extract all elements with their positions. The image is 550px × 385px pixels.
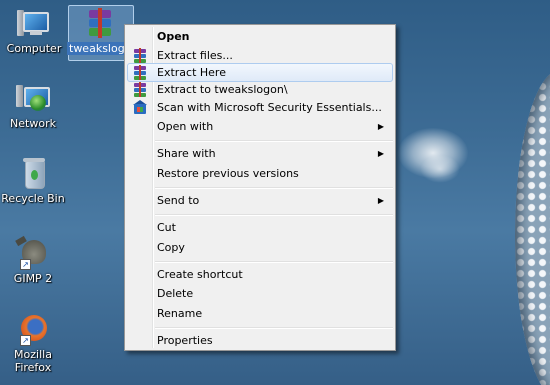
recycle-bin-icon <box>16 156 50 190</box>
winrar-archive-icon <box>83 6 117 40</box>
menu-separator <box>155 327 393 329</box>
desktop-icon-label: GIMP 2 <box>13 272 53 285</box>
gimp-icon: ↗ <box>16 236 50 270</box>
menu-item-label: Extract Here <box>157 66 226 79</box>
desktop-icon-computer[interactable]: Computer <box>1 6 67 55</box>
menu-item-extract-to[interactable]: Extract to tweakslogon\ <box>127 80 393 99</box>
winrar-icon <box>132 48 148 63</box>
menu-item-label: Send to <box>157 194 200 207</box>
desktop-icon-gimp[interactable]: ↗ GIMP 2 <box>0 236 66 285</box>
desktop: Computer tweakslogon Network Recycle Bin… <box>0 0 550 385</box>
menu-item-label: Open with <box>157 120 214 133</box>
desktop-icon-label: Network <box>10 117 56 130</box>
menu-item-create-shortcut[interactable]: Create shortcut <box>127 265 393 284</box>
menu-item-copy[interactable]: Copy <box>127 238 393 257</box>
desktop-icon-label: Mozilla Firefox <box>14 348 52 374</box>
menu-item-properties[interactable]: Properties <box>127 331 393 350</box>
desktop-icon-recycle-bin[interactable]: Recycle Bin <box>0 156 66 205</box>
menu-item-label: Copy <box>157 241 185 254</box>
winrar-icon <box>132 65 148 80</box>
menu-item-label: Scan with Microsoft Security Essentials.… <box>157 101 382 114</box>
menu-item-rename[interactable]: Rename <box>127 304 393 323</box>
wallpaper-cloud-small <box>420 155 460 183</box>
network-icon <box>16 81 50 115</box>
menu-separator <box>155 187 393 189</box>
menu-separator <box>155 214 393 216</box>
menu-item-label: Share with <box>157 147 216 160</box>
context-menu: Open Extract files... Extract Here Extra… <box>124 24 396 351</box>
menu-separator <box>155 140 393 142</box>
submenu-arrow-icon: ▶ <box>377 122 384 131</box>
menu-item-label: Delete <box>157 287 194 300</box>
menu-item-scan-security-essentials[interactable]: Scan with Microsoft Security Essentials.… <box>127 98 393 117</box>
menu-item-label: Properties <box>157 334 213 347</box>
menu-item-send-to[interactable]: Send to ▶ <box>127 191 393 210</box>
desktop-icon-network[interactable]: Network <box>0 81 66 130</box>
computer-icon <box>17 6 51 40</box>
menu-item-label: Create shortcut <box>157 268 243 281</box>
menu-item-label: Restore previous versions <box>157 167 299 180</box>
winrar-icon <box>132 82 148 97</box>
security-essentials-icon <box>132 100 148 115</box>
menu-item-label: Rename <box>157 307 203 320</box>
menu-item-share-with[interactable]: Share with ▶ <box>127 144 393 163</box>
menu-item-delete[interactable]: Delete <box>127 284 393 303</box>
submenu-arrow-icon: ▶ <box>377 149 384 158</box>
menu-item-label: Cut <box>157 221 176 234</box>
wallpaper-building <box>515 70 550 385</box>
menu-separator <box>155 261 393 263</box>
shortcut-arrow-icon: ↗ <box>20 259 31 270</box>
menu-item-label: Extract to tweakslogon\ <box>157 83 288 96</box>
menu-item-label: Extract files... <box>157 49 233 62</box>
desktop-icon-label: Computer <box>6 42 62 55</box>
submenu-arrow-icon: ▶ <box>377 196 384 205</box>
desktop-icon-label: Recycle Bin <box>1 192 65 205</box>
menu-item-open[interactable]: Open <box>127 27 393 46</box>
shortcut-arrow-icon: ↗ <box>20 335 31 346</box>
firefox-icon: ↗ <box>16 312 50 346</box>
menu-item-restore-previous-versions[interactable]: Restore previous versions <box>127 164 393 183</box>
menu-item-open-with[interactable]: Open with ▶ <box>127 117 393 136</box>
desktop-icon-firefox[interactable]: ↗ Mozilla Firefox <box>0 312 66 374</box>
menu-item-label: Open <box>157 30 190 43</box>
menu-item-cut[interactable]: Cut <box>127 218 393 237</box>
